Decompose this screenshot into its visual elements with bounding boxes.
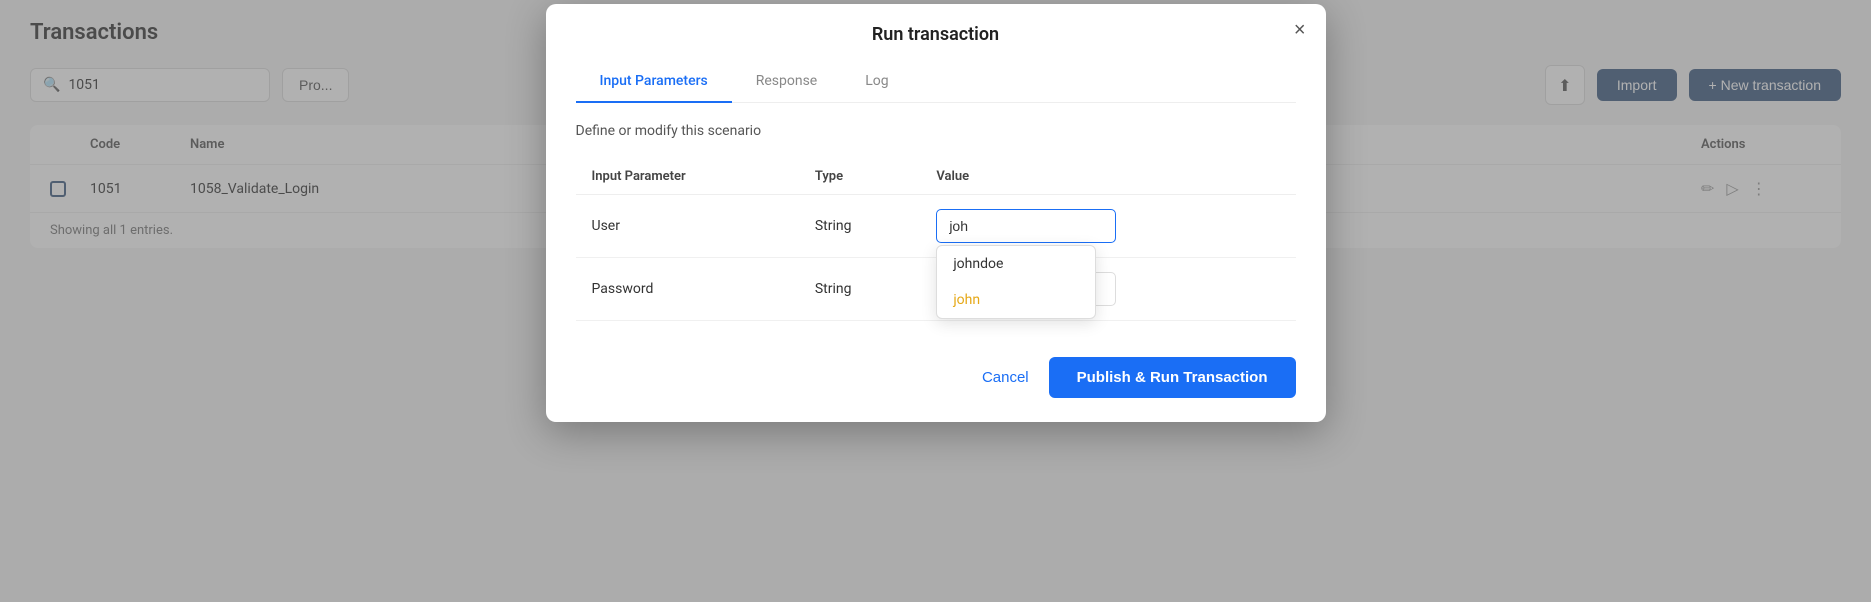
param-type-user: String [799,195,920,258]
modal-body: Define or modify this scenario Input Par… [546,103,1326,341]
col-value: Value [920,159,1295,195]
param-name-user: User [576,195,799,258]
user-value-input[interactable] [936,209,1116,243]
autocomplete-dropdown: johndoe john [936,245,1096,319]
tab-log[interactable]: Log [841,61,912,103]
autocomplete-item-john[interactable]: john [937,282,1095,318]
modal-title: Run transaction [872,24,999,45]
run-transaction-modal: Run transaction × Input Parameters Respo… [546,4,1326,422]
param-type-password: String [799,258,920,321]
param-row-user: User String johndoe john [576,195,1296,258]
col-input-parameter: Input Parameter [576,159,799,195]
cancel-button[interactable]: Cancel [982,369,1029,386]
autocomplete-wrapper: johndoe john [936,209,1116,243]
modal-overlay: Run transaction × Input Parameters Respo… [0,0,1871,602]
modal-footer: Cancel Publish & Run Transaction [546,341,1326,422]
tab-response[interactable]: Response [732,61,842,103]
scenario-description: Define or modify this scenario [576,123,1296,139]
modal-tabs: Input Parameters Response Log [576,61,1296,103]
publish-run-button[interactable]: Publish & Run Transaction [1049,357,1296,398]
modal-header: Run transaction × [546,4,1326,45]
tab-input-parameters[interactable]: Input Parameters [576,61,732,103]
modal-close-button[interactable]: × [1294,20,1306,40]
col-type: Type [799,159,920,195]
autocomplete-item-johndoe[interactable]: johndoe [937,246,1095,282]
params-table: Input Parameter Type Value User String [576,159,1296,321]
param-name-password: Password [576,258,799,321]
param-value-user: johndoe john [920,195,1295,258]
